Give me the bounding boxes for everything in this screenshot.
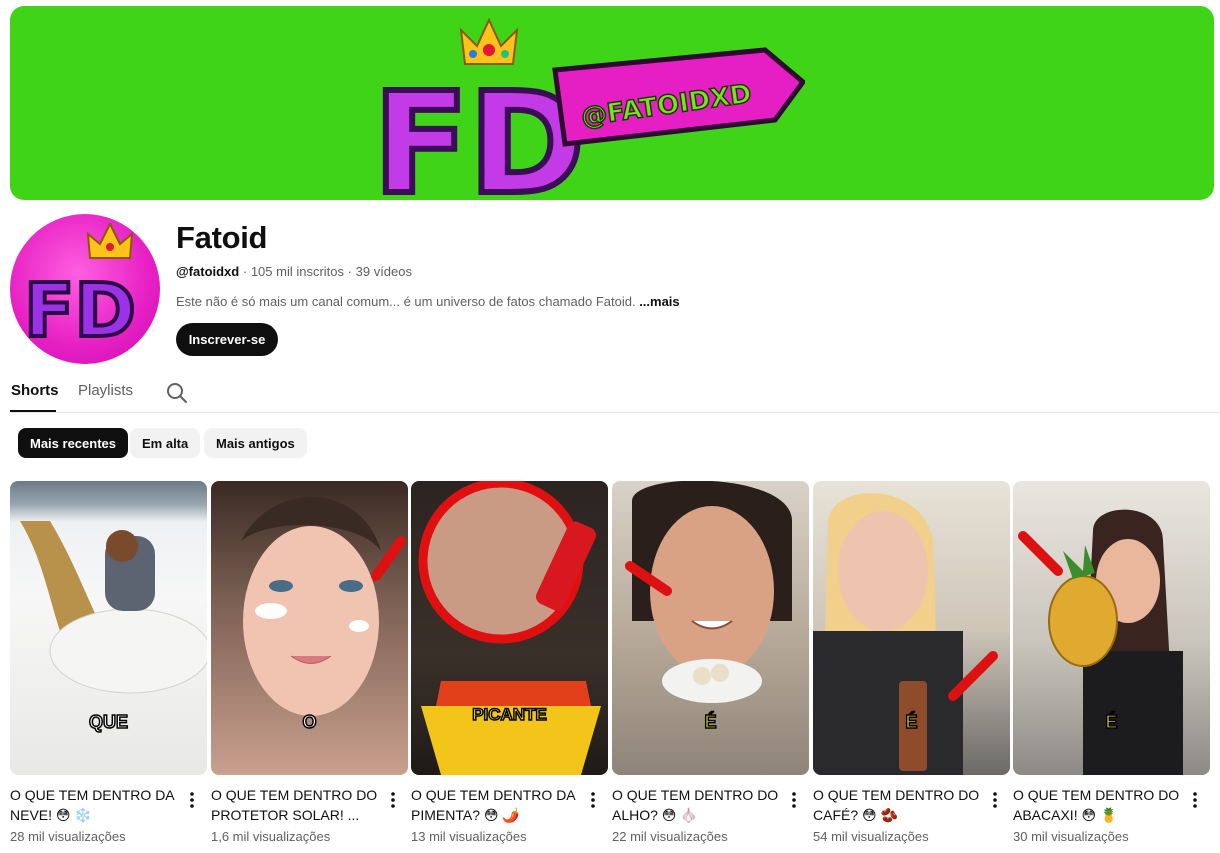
more-actions-icon[interactable] bbox=[987, 791, 1003, 809]
short-card[interactable]: QUE O QUE TEM DENTRO DA NEVE! 😳 ❄️ 28 mi… bbox=[10, 481, 207, 844]
banner-logo-text: FD bbox=[373, 63, 585, 200]
short-views: 54 mil visualizações bbox=[813, 829, 929, 844]
subscribe-button[interactable]: Inscrever-se bbox=[176, 323, 278, 356]
crown-icon bbox=[86, 221, 134, 259]
short-views: 22 mil visualizações bbox=[612, 829, 728, 844]
crown-icon bbox=[459, 17, 519, 65]
active-tab-indicator bbox=[10, 410, 56, 412]
channel-meta: @fatoidxd · 105 mil inscritos · 39 vídeo… bbox=[176, 264, 412, 279]
short-thumbnail[interactable]: É bbox=[612, 481, 809, 775]
avatar-letters: FD bbox=[24, 268, 136, 354]
description-more-link[interactable]: ...mais bbox=[639, 294, 679, 309]
short-card[interactable]: É O QUE TEM DENTRO DO ABACAXI! 😳 🍍 30 mi… bbox=[1013, 481, 1210, 844]
banner-logo: FD @FATOIDXD bbox=[370, 17, 805, 200]
short-views: 30 mil visualizações bbox=[1013, 829, 1129, 844]
arrow-icon bbox=[1018, 531, 1063, 576]
short-card[interactable]: É O QUE TEM DENTRO DO ALHO? 😳 🧄 22 mil v… bbox=[612, 481, 809, 844]
more-actions-icon[interactable] bbox=[786, 791, 802, 809]
chip-mais-recentes[interactable]: Mais recentes bbox=[18, 428, 128, 458]
avatar-logo: FD bbox=[22, 221, 138, 356]
channel-avatar[interactable]: FD bbox=[10, 214, 160, 364]
subscriber-count: 105 mil inscritos bbox=[250, 264, 345, 279]
description-text: Este não é só mais um canal comum... é u… bbox=[176, 294, 636, 309]
meta-separator: · bbox=[242, 264, 248, 279]
short-card[interactable]: É O QUE TEM DENTRO DO CAFÉ? 😳 🫘 54 mil v… bbox=[813, 481, 1010, 844]
short-card[interactable]: PICANTE O QUE TEM DENTRO DA PIMENTA? 😳 🌶… bbox=[411, 481, 608, 844]
short-title[interactable]: O QUE TEM DENTRO DO ALHO? 😳 🧄 bbox=[612, 785, 784, 825]
short-caption: PICANTE bbox=[471, 704, 547, 725]
handle-sign: @FATOIDXD bbox=[552, 47, 805, 147]
short-thumbnail[interactable]: QUE bbox=[10, 481, 207, 775]
chip-em-alta[interactable]: Em alta bbox=[130, 428, 201, 458]
video-count: 39 vídeos bbox=[355, 264, 412, 279]
short-card[interactable]: O O QUE TEM DENTRO DO PROTETOR SOLAR! ..… bbox=[211, 481, 408, 844]
more-actions-icon[interactable] bbox=[585, 791, 601, 809]
more-actions-icon[interactable] bbox=[1187, 791, 1203, 809]
short-title[interactable]: O QUE TEM DENTRO DA NEVE! 😳 ❄️ bbox=[10, 785, 182, 825]
short-caption: QUE bbox=[88, 711, 129, 733]
short-thumbnail[interactable]: É bbox=[813, 481, 1010, 775]
chip-mais-antigos[interactable]: Mais antigos bbox=[204, 428, 307, 458]
more-actions-icon[interactable] bbox=[184, 791, 200, 809]
channel-name: Fatoid bbox=[176, 220, 268, 255]
channel-handle: @fatoidxd bbox=[176, 264, 240, 279]
channel-tabs: Shorts Playlists bbox=[10, 376, 1220, 413]
tab-shorts[interactable]: Shorts bbox=[11, 382, 59, 399]
short-views: 13 mil visualizações bbox=[411, 829, 527, 844]
short-title[interactable]: O QUE TEM DENTRO DA PIMENTA? 😳 🌶️ bbox=[411, 785, 583, 825]
meta-separator: · bbox=[347, 264, 352, 279]
short-title[interactable]: O QUE TEM DENTRO DO CAFÉ? 😳 🫘 bbox=[813, 785, 985, 825]
short-thumbnail[interactable]: É bbox=[1013, 481, 1210, 775]
short-caption: O bbox=[302, 711, 318, 733]
channel-description[interactable]: Este não é só mais um canal comum... é u… bbox=[176, 294, 680, 309]
search-icon[interactable] bbox=[165, 381, 189, 405]
short-title[interactable]: O QUE TEM DENTRO DO ABACAXI! 😳 🍍 bbox=[1013, 785, 1185, 825]
short-thumbnail[interactable]: O bbox=[211, 481, 408, 775]
short-views: 28 mil visualizações bbox=[10, 829, 126, 844]
short-title[interactable]: O QUE TEM DENTRO DO PROTETOR SOLAR! ... bbox=[211, 785, 383, 825]
short-caption: É bbox=[1105, 711, 1119, 733]
short-caption: É bbox=[905, 711, 919, 733]
arrow-icon bbox=[371, 536, 406, 581]
channel-banner: FD @FATOIDXD bbox=[10, 6, 1214, 200]
short-thumbnail[interactable]: PICANTE bbox=[411, 481, 608, 775]
thumbnail-art bbox=[418, 481, 601, 775]
short-views: 1,6 mil visualizações bbox=[211, 829, 331, 844]
tab-playlists[interactable]: Playlists bbox=[78, 382, 133, 399]
short-caption: É bbox=[704, 711, 718, 733]
more-actions-icon[interactable] bbox=[385, 791, 401, 809]
